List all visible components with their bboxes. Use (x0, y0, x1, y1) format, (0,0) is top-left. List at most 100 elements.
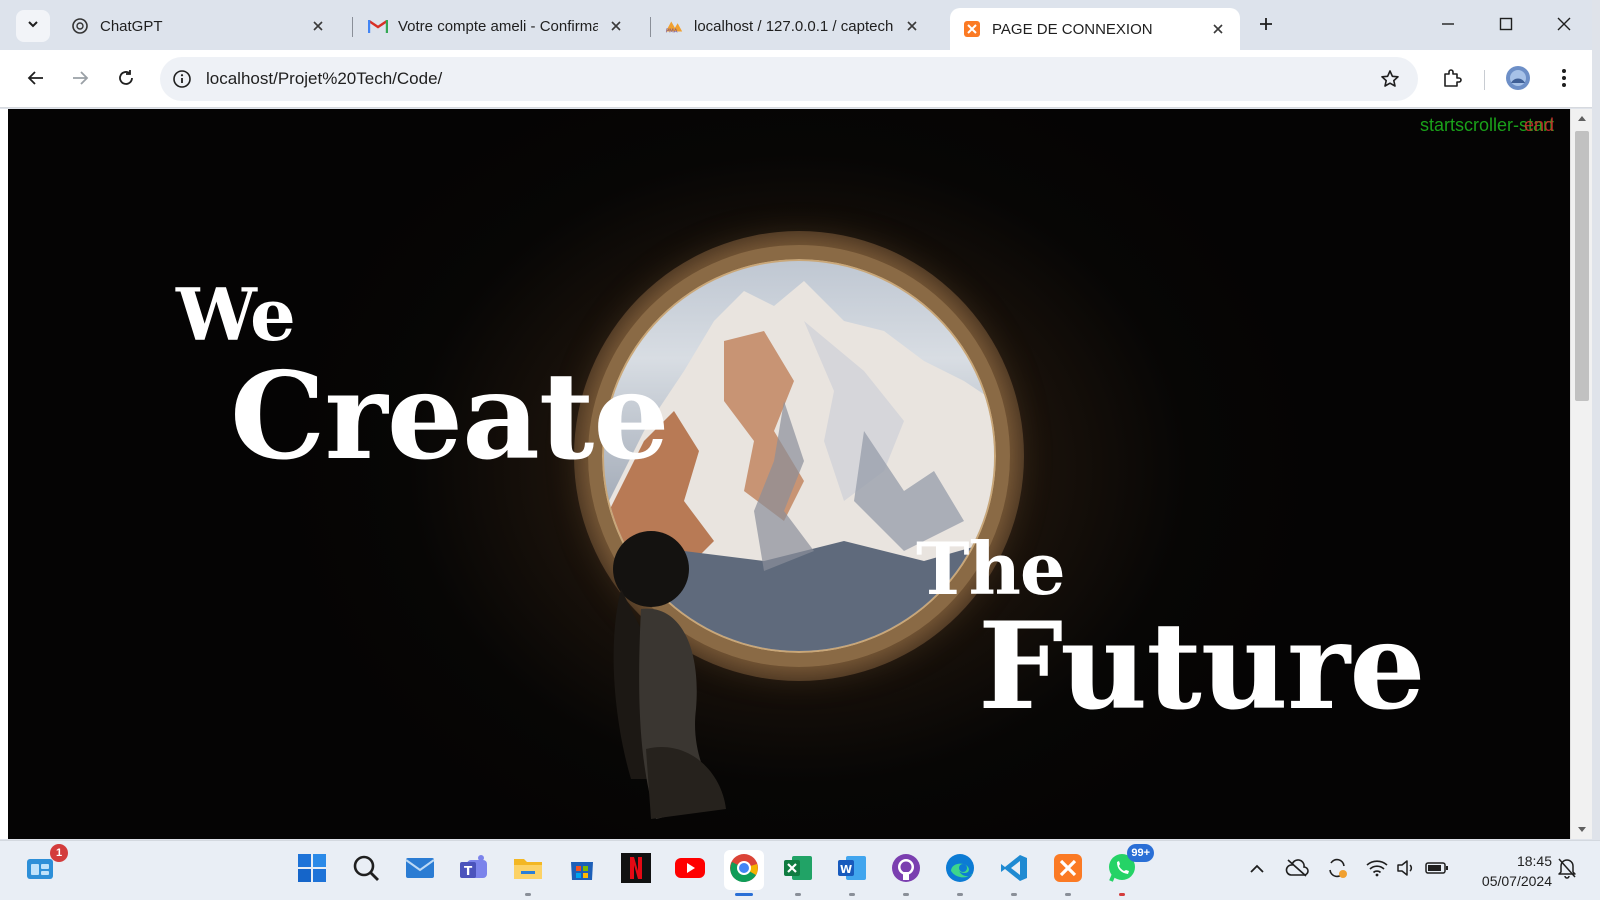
whatsapp-app-button[interactable]: 99+ (1102, 844, 1154, 896)
extensions-button[interactable] (1436, 64, 1468, 96)
notifications-button[interactable] (1554, 857, 1580, 883)
onedrive-status[interactable] (1284, 857, 1310, 883)
start-menu-button[interactable] (292, 850, 332, 890)
edge-app-button[interactable] (940, 850, 980, 896)
microsoft-store-icon (568, 854, 596, 887)
browser-toolbar: localhost/Projet%20Tech/Code/ (0, 50, 1600, 108)
tab-search-button[interactable] (16, 10, 50, 42)
svg-text:T: T (464, 864, 473, 878)
youtube-icon (674, 856, 706, 885)
page-scrollbar[interactable] (1570, 109, 1592, 839)
address-bar[interactable]: localhost/Projet%20Tech/Code/ (160, 57, 1418, 101)
mail-app-button[interactable] (400, 850, 440, 890)
system-clock[interactable]: 18:45 05/07/2024 (1464, 851, 1552, 891)
profile-button[interactable] (1502, 64, 1534, 96)
teams-icon: T (459, 854, 489, 887)
running-indicator (795, 893, 801, 896)
maximize-button[interactable] (1486, 10, 1526, 42)
avatar (1505, 65, 1531, 96)
bell-icon (1557, 857, 1577, 884)
bookmark-star-icon[interactable] (1378, 67, 1402, 91)
tab-page-de-connexion[interactable]: PAGE DE CONNEXION (950, 8, 1240, 50)
puzzle-icon (1441, 67, 1463, 94)
netflix-app-button[interactable] (616, 850, 656, 890)
widgets-button[interactable]: 1 (20, 844, 68, 890)
scroll-down-arrow-icon[interactable] (1571, 821, 1593, 839)
svg-text:W: W (840, 863, 852, 876)
notification-badge: 99+ (1127, 844, 1154, 862)
chrome-app-button[interactable] (724, 850, 764, 896)
search-icon (352, 854, 380, 887)
netflix-icon (621, 852, 651, 888)
battery-status[interactable] (1424, 857, 1450, 883)
tab-phpmyadmin[interactable]: PMA localhost / 127.0.0.1 / captech / (652, 8, 934, 44)
tab-separator (352, 17, 353, 37)
file-explorer-icon (513, 855, 543, 886)
excel-icon (783, 854, 813, 887)
toolbar-divider (1484, 70, 1485, 90)
running-indicator (1119, 893, 1125, 896)
menu-button[interactable] (1548, 64, 1580, 96)
youtube-app-button[interactable] (670, 850, 710, 890)
scroll-up-arrow-icon[interactable] (1571, 109, 1593, 127)
sync-status[interactable] (1324, 857, 1350, 883)
excel-app-button[interactable] (778, 850, 818, 896)
close-window-button[interactable] (1544, 10, 1584, 42)
close-icon[interactable] (902, 16, 922, 36)
active-indicator (735, 893, 753, 896)
running-indicator (849, 893, 855, 896)
window-left-edge (0, 109, 8, 839)
scroller-end-label: end (1523, 115, 1554, 135)
show-hidden-icons-button[interactable] (1244, 857, 1270, 883)
xampp-app-button[interactable] (1048, 850, 1088, 896)
minimize-button[interactable] (1428, 10, 1468, 42)
scroller-debug-text: startscroller-start end (1420, 115, 1554, 136)
microsoft-store-button[interactable] (562, 850, 602, 890)
vscode-icon (999, 853, 1029, 888)
person-silhouette-image (596, 529, 746, 829)
arrow-left-icon (27, 69, 45, 92)
reload-button[interactable] (110, 64, 142, 96)
xampp-icon (1053, 853, 1083, 888)
tab-chatgpt[interactable]: ChatGPT (58, 8, 340, 44)
github-app-button[interactable] (886, 850, 926, 896)
file-explorer-button[interactable] (508, 850, 548, 896)
volume-control[interactable] (1394, 857, 1420, 883)
tab-title: Votre compte ameli - Confirmat (398, 17, 598, 35)
headline-we: We (176, 272, 296, 357)
vscode-app-button[interactable] (994, 850, 1034, 896)
taskbar-search-button[interactable] (346, 850, 386, 890)
close-icon[interactable] (308, 16, 328, 36)
close-icon[interactable] (606, 16, 626, 36)
tab-title: ChatGPT (100, 17, 163, 35)
site-info-icon[interactable] (168, 65, 196, 93)
headline-create: Create (230, 346, 670, 487)
minimize-icon (1441, 17, 1455, 36)
url-text[interactable]: localhost/Projet%20Tech/Code/ (206, 69, 442, 89)
sync-icon (1326, 857, 1348, 884)
new-tab-button[interactable] (1252, 12, 1280, 40)
speaker-icon (1396, 859, 1418, 882)
taskbar: 1 T W 99+ 18:45 05/07/2024 (0, 840, 1600, 900)
close-icon[interactable] (1208, 19, 1228, 39)
chevron-up-icon (1249, 861, 1265, 879)
tab-title: PAGE DE CONNEXION (992, 20, 1153, 38)
github-icon (891, 853, 921, 888)
scrollbar-thumb[interactable] (1575, 131, 1589, 401)
teams-app-button[interactable]: T (454, 850, 494, 890)
arrow-right-icon (71, 69, 89, 92)
forward-button[interactable] (64, 64, 96, 96)
mail-icon (405, 855, 435, 886)
tab-ameli-gmail[interactable]: Votre compte ameli - Confirmat (356, 8, 638, 44)
word-app-button[interactable]: W (832, 850, 872, 896)
page-viewport: startscroller-start end We Create The Fu… (8, 109, 1570, 839)
windows-start-icon (297, 853, 327, 888)
network-status[interactable] (1364, 857, 1390, 883)
widgets-icon (26, 855, 54, 886)
back-button[interactable] (20, 64, 52, 96)
wifi-icon (1366, 859, 1388, 882)
running-indicator (1065, 893, 1071, 896)
cloud-offline-icon (1285, 858, 1309, 882)
svg-text:PMA: PMA (666, 28, 678, 34)
word-icon: W (837, 854, 867, 887)
